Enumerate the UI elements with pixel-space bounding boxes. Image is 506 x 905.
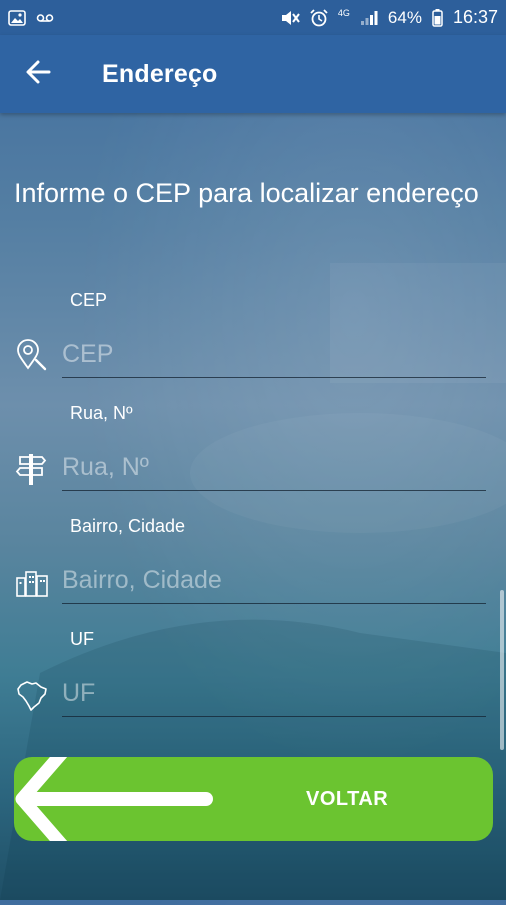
clock: 16:37 — [452, 7, 498, 27]
back-button[interactable] — [0, 35, 76, 113]
image-icon — [8, 9, 26, 26]
district-city-input[interactable] — [62, 558, 486, 604]
status-bar: 4G 64% 16:37 — [0, 0, 506, 35]
voicemail-icon — [36, 12, 54, 24]
brazil-map-icon — [14, 677, 50, 713]
cep-label: CEP — [70, 290, 108, 310]
instructions-text: Informe o CEP para localizar endereço — [14, 178, 479, 208]
arrow-left-icon — [25, 59, 51, 90]
alarm-icon — [310, 8, 328, 27]
district-city-label: Bairro, Cidade — [70, 516, 186, 536]
battery-icon — [432, 8, 443, 27]
street-row — [0, 445, 506, 495]
street-input[interactable] — [62, 445, 486, 491]
state-input[interactable] — [62, 671, 486, 717]
voltar-label: VOLTAR — [306, 788, 389, 810]
cep-row — [0, 332, 506, 382]
battery-percent: 64% — [387, 7, 422, 27]
scrollbar[interactable] — [500, 590, 504, 750]
app-bar: Endereço — [0, 35, 506, 113]
cep-input[interactable] — [62, 332, 486, 378]
street-label: Rua, Nº — [70, 403, 133, 423]
network-label: 4G — [337, 8, 350, 18]
city-icon — [14, 564, 50, 600]
voltar-button[interactable]: VOLTAR — [14, 757, 493, 841]
page-title: Endereço — [102, 59, 218, 88]
district-city-row — [0, 558, 506, 608]
arrow-left-icon — [14, 757, 234, 841]
location-search-icon — [14, 338, 50, 374]
state-label: UF — [70, 629, 94, 649]
signpost-icon — [14, 451, 50, 487]
mute-icon — [280, 10, 300, 26]
state-row — [0, 671, 506, 721]
signal-icon — [360, 10, 378, 26]
